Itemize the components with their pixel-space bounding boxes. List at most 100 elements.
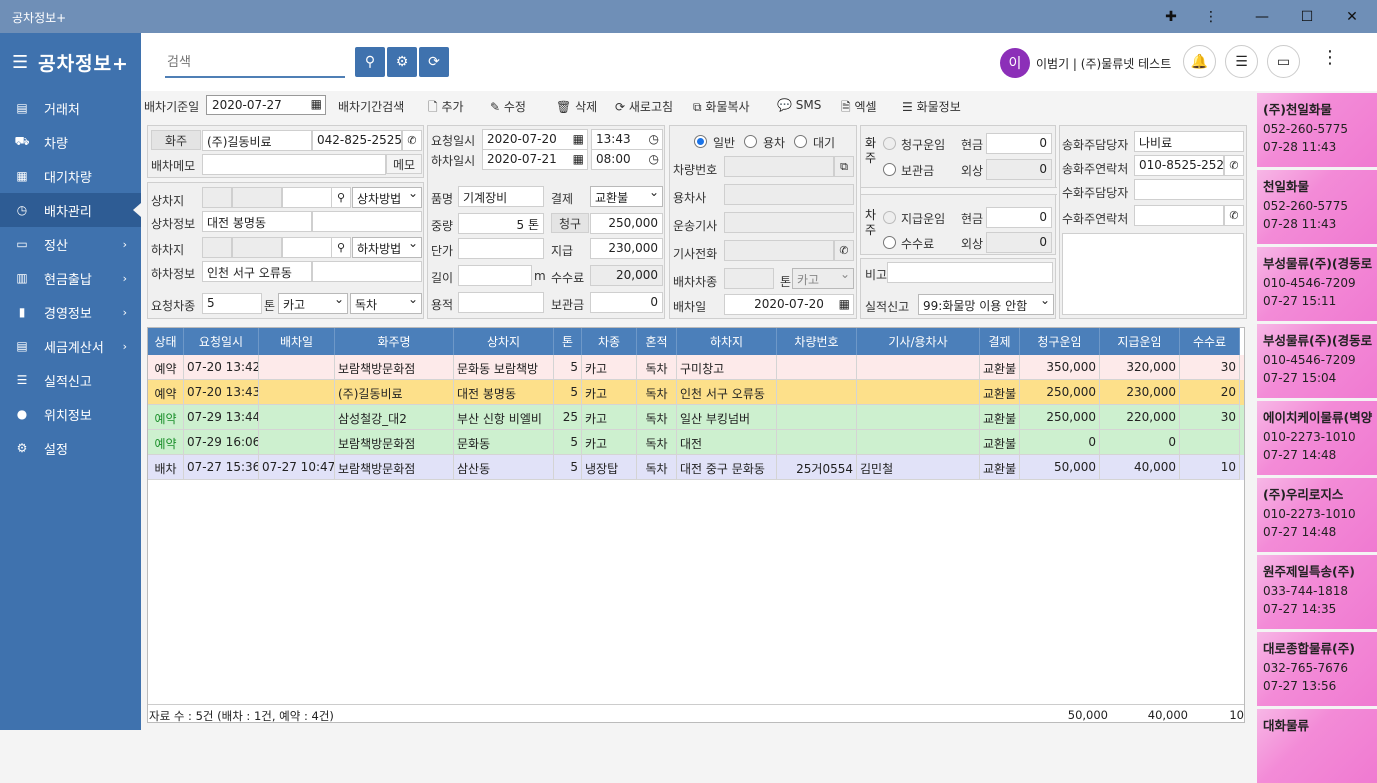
column-header[interactable]: 하차지 [677,328,777,355]
table-row[interactable]: 배차 07-27 15:36 07-27 10:47 보람책방문화점 삼산동 5 냉장탑 독차… [148,455,1244,480]
sidebar-item-7[interactable]: ▤ 세금계산서 › [0,329,141,363]
column-header[interactable]: 배차일 [259,328,335,355]
pay-select[interactable]: 교환불 [590,186,663,207]
column-header[interactable]: 결제 [980,328,1020,355]
sidebar-item-2[interactable]: ▦ 대기차량 [0,159,141,193]
settings-button[interactable]: ⚙ [387,47,417,77]
recv-tel-field[interactable] [1134,205,1224,226]
sender-tel-field[interactable]: 010-8525-2525 [1134,155,1224,176]
load-name-field[interactable] [232,187,282,208]
req-ton-field[interactable]: 5 [202,293,262,314]
avatar[interactable]: 이 [1000,48,1030,78]
base-date-input[interactable]: 2020-07-27 ▦ [206,95,326,115]
truck-card[interactable]: 부성물류(주)(경동로 010-4546-7209 07-27 15:11 [1257,247,1377,321]
phone-icon[interactable]: ✆ [1224,155,1244,176]
load-info-field[interactable]: 대전 봉명동 [202,211,312,232]
phone-icon[interactable]: ✆ [834,240,854,261]
paid-field[interactable]: 230,000 [590,238,663,259]
calendar-icon[interactable]: ▦ [573,132,584,146]
charge-field[interactable]: 250,000 [590,213,663,234]
server-button[interactable]: ☰ [1225,45,1258,78]
unload-time-field[interactable]: 08:00 ◷ [591,149,663,170]
load-method-select[interactable]: 상차방법 [352,187,422,208]
truck-card[interactable]: 대로종합물류(주) 032-765-7676 07-27 13:56 [1257,632,1377,706]
truck-card[interactable]: 부성물류(주)(경동로 010-4546-7209 07-27 15:04 [1257,324,1377,398]
memo-button[interactable]: 메모 [386,154,422,174]
truck-card[interactable]: 원주제일특송(주) 033-744-1818 07-27 14:35 [1257,555,1377,629]
unload-info-field[interactable]: 인천 서구 오류동 [202,261,312,282]
sidebar-item-1[interactable]: ⛟ 차량 [0,125,141,159]
calendar-icon[interactable]: ▦ [573,152,584,166]
hamburger-icon[interactable]: ☰ [12,52,29,73]
more-menu-icon[interactable]: ⋮ [1321,47,1339,68]
add-button[interactable]: 🗋 추가 [428,98,464,119]
truck-card[interactable]: 천일화물 052-260-5775 07-28 11:43 [1257,170,1377,244]
unload-method-select[interactable]: 하차방법 [352,237,422,258]
type-normal-radio[interactable] [694,135,707,148]
edit-button[interactable]: ✎ 수정 [490,98,526,115]
shipper-phone-field[interactable]: 042-825-2525 [312,130,402,151]
sidebar-item-0[interactable]: ▤ 거래처 [0,91,141,125]
unit-price-field[interactable] [458,238,544,259]
table-row[interactable]: 예약 07-29 13:44 삼성철강_대2 부산 신항 비엘비 25 카고 독차 일산 부킹… [148,405,1244,430]
unload-date-field[interactable]: 2020-07-21 ▦ [482,149,588,170]
notification-button[interactable]: 🔔 [1183,45,1216,78]
column-header[interactable]: 요청일시 [184,328,259,355]
truck-card[interactable]: (주)천일화물 052-260-5775 07-28 11:43 [1257,93,1377,167]
sms-button[interactable]: 💬 SMS [777,98,821,112]
column-header[interactable]: 수수료 [1180,328,1240,355]
more-vertical-icon[interactable]: ⋮ [1188,0,1234,33]
table-row[interactable]: 예약 07-20 13:43 (주)길동비료 대전 봉명동 5 카고 독차 인천 서구 오류동… [148,380,1244,405]
refresh-button[interactable]: ⟳ [419,47,449,77]
sidebar-item-4[interactable]: ▭ 정산 › [0,227,141,261]
clock-icon[interactable]: ◷ [649,152,659,166]
copy-icon[interactable]: ⧉ [834,156,854,177]
load-search-icon[interactable]: ⚲ [331,187,351,208]
recv-mgr-field[interactable] [1134,179,1244,200]
req-time-field[interactable]: 13:43 ◷ [591,129,663,150]
cash1-field[interactable]: 0 [986,133,1052,154]
cash2-field[interactable]: 0 [986,207,1052,228]
column-header[interactable]: 차량번호 [777,328,857,355]
length-field[interactable] [458,265,532,286]
unload-name-field[interactable] [232,237,282,258]
column-header[interactable]: 차종 [582,328,637,355]
dispatch-date-field[interactable]: 2020-07-20 ▦ [724,294,854,315]
delete-button[interactable]: 🗑 삭제 [556,98,597,115]
column-header[interactable]: 상태 [148,328,184,355]
weight-field[interactable]: 5 톤 [458,213,544,234]
excel-button[interactable]: 🗎 엑셀 [841,98,877,119]
copy-cargo-button[interactable]: ⧉ 화물복사 [693,98,750,115]
sender-mgr-field[interactable]: 나비료 [1134,131,1244,152]
column-header[interactable]: 지급운임 [1100,328,1180,355]
period-search-button[interactable]: 배차기간검색 [338,98,404,115]
req-mix-select[interactable]: 독차 [350,293,422,314]
truck-card[interactable]: 에이치케이물류(벽양 010-2273-1010 07-27 14:48 [1257,401,1377,475]
unload-code-field[interactable] [202,237,232,258]
memo-textarea[interactable] [1062,233,1244,315]
close-button[interactable]: ✕ [1329,0,1375,33]
load-code-field[interactable] [202,187,232,208]
charge-fare-radio[interactable] [883,137,896,150]
keep-field[interactable]: 0 [590,292,663,313]
column-header[interactable]: 청구운임 [1020,328,1100,355]
column-header[interactable]: 혼적 [637,328,677,355]
shipper-field[interactable]: (주)길동비료 [202,130,312,151]
clock-icon[interactable]: ◷ [649,132,659,146]
phone-icon[interactable]: ✆ [1224,205,1244,226]
maximize-button[interactable]: ☐ [1284,0,1330,33]
search-button[interactable]: ⚲ [355,47,385,77]
table-row[interactable]: 예약 07-29 16:06 보람책방문화점 문화동 5 카고 독차 대전 교환불 0 0 [148,430,1244,455]
minimize-button[interactable]: — [1239,0,1285,33]
column-header[interactable]: 상차지 [454,328,554,355]
calendar-icon[interactable]: ▦ [839,297,850,311]
sidebar-item-6[interactable]: ▮ 경영정보 › [0,295,141,329]
pay-fare-radio[interactable] [883,211,896,224]
column-header[interactable]: 기사/용차사 [857,328,980,355]
sidebar-item-10[interactable]: ⚙ 설정 [0,431,141,465]
reload-button[interactable]: ⟳ 새로고침 [615,98,673,115]
keep2-radio[interactable] [883,163,896,176]
truck-card[interactable]: 대화물류 [1257,709,1377,783]
sidebar-item-9[interactable]: ● 위치정보 [0,397,141,431]
unload-search-icon[interactable]: ⚲ [331,237,351,258]
